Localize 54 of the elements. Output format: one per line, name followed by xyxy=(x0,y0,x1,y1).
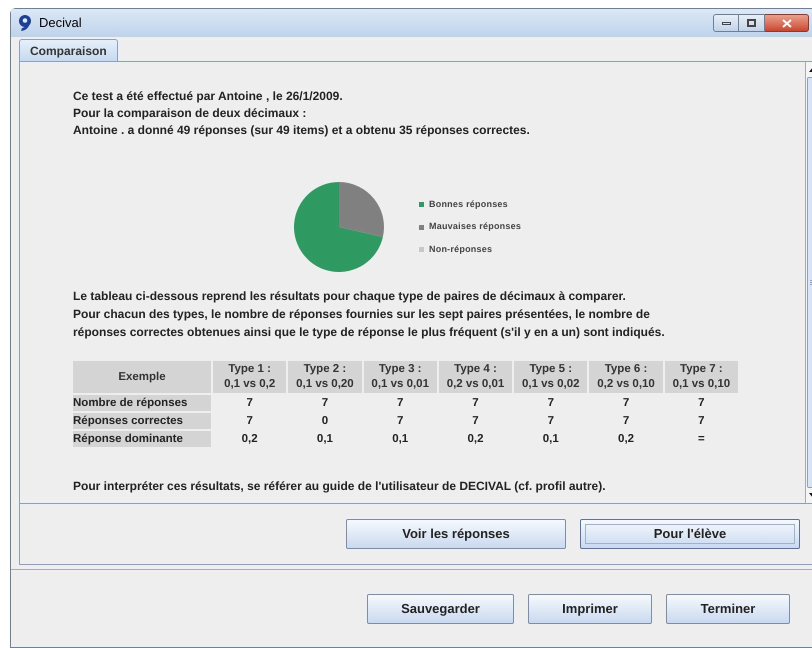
window-title: Decival xyxy=(39,14,82,32)
table-header-cell: Type 2 : 0,1 vs 0,20 xyxy=(288,361,362,393)
table-cell-text: 7 xyxy=(471,396,480,411)
row-header-cell: Nombre de réponses xyxy=(73,395,211,411)
table-cell-text: 0,1 xyxy=(542,432,560,447)
close-button[interactable] xyxy=(765,14,809,32)
table-header-cell: Exemple xyxy=(73,361,211,393)
table-header-cell: Type 4 : 0,2 vs 0,01 xyxy=(438,361,512,393)
table-cell-text: 0,1 xyxy=(316,432,334,447)
maximize-button[interactable] xyxy=(739,14,765,32)
table-cell-text: 7 xyxy=(471,414,480,429)
table-header-cell: Type 1 : 0,1 vs 0,2 xyxy=(213,361,286,393)
table-cell-text: 7 xyxy=(622,396,630,411)
table-cell-text: 7 xyxy=(245,396,254,411)
intro-text: Pour la comparaison de deux décimaux : xyxy=(73,105,308,122)
legend-label: Non-réponses xyxy=(429,242,492,256)
action-button[interactable]: Sauvegarder xyxy=(367,594,514,624)
table-cell-text: 7 xyxy=(245,414,254,429)
action-button[interactable]: Imprimer xyxy=(528,594,652,624)
table-cell-text: 0 xyxy=(320,414,330,429)
description-text: réponses correctes obtenues ainsi que le type de réponse le plus fréquent (s'il y en a un) sont indiqués. xyxy=(73,324,666,341)
description-text: Le tableau ci-dessous reprend les résultats pour chaque type de paires de décimaux à comparer. xyxy=(73,288,627,305)
action-button[interactable]: Terminer xyxy=(666,594,790,624)
row-header-cell: Réponse dominante xyxy=(73,431,211,447)
table-cell-text: 7 xyxy=(320,396,330,411)
intro-text: Antoine . a donné 49 réponses (sur 49 items) et a obtenu 35 réponses correctes. xyxy=(73,122,531,139)
table-header-cell: Type 6 : 0,2 vs 0,10 xyxy=(589,361,663,393)
footnote-text: Pour interpréter ces résultats, se référer au guide de l'utilisateur de DECIVAL (cf. profil autre). xyxy=(73,478,607,495)
tab[interactable]: Comparaison xyxy=(19,39,118,61)
table-cell-text: = xyxy=(696,432,706,447)
table-cell-text: 0,2 xyxy=(240,432,259,447)
table-header-cell: Type 7 : 0,1 vs 0,10 xyxy=(664,361,738,393)
table-cell-text: 7 xyxy=(396,414,404,429)
row-header-cell: Réponses correctes xyxy=(73,413,211,429)
table-cell-text: 7 xyxy=(622,414,630,429)
table-header-cell: Type 3 : 0,1 vs 0,01 xyxy=(364,361,437,393)
intro-text: Ce test a été effectué par Antoine , le 26/1/2009. xyxy=(73,88,344,105)
close-icon xyxy=(782,18,792,28)
table-cell-text: 7 xyxy=(546,396,555,411)
table-cell-text: 7 xyxy=(546,414,555,429)
table-header-cell: Type 5 : 0,1 vs 0,02 xyxy=(514,361,588,393)
table-cell-text: 0,2 xyxy=(466,432,484,447)
table-cell-text: 7 xyxy=(396,396,404,411)
table-cell-text: 0,1 xyxy=(391,432,410,447)
panel-button[interactable]: Voir les réponses xyxy=(346,519,566,549)
legend-label: Bonnes réponses xyxy=(429,198,508,211)
table-cell-text: 7 xyxy=(697,414,706,429)
legend-label: Mauvaises réponses xyxy=(429,220,522,234)
table-cell-text: 0,2 xyxy=(617,432,636,447)
table-cell-text: 7 xyxy=(697,396,706,411)
minimize-button[interactable] xyxy=(713,14,739,32)
panel-button[interactable]: Pour l'élève xyxy=(580,519,800,549)
description-text: Pour chacun des types, le nombre de réponses fournies sur les sept paires présentées, le nombre de xyxy=(73,306,651,323)
app-logo-icon xyxy=(17,14,33,32)
